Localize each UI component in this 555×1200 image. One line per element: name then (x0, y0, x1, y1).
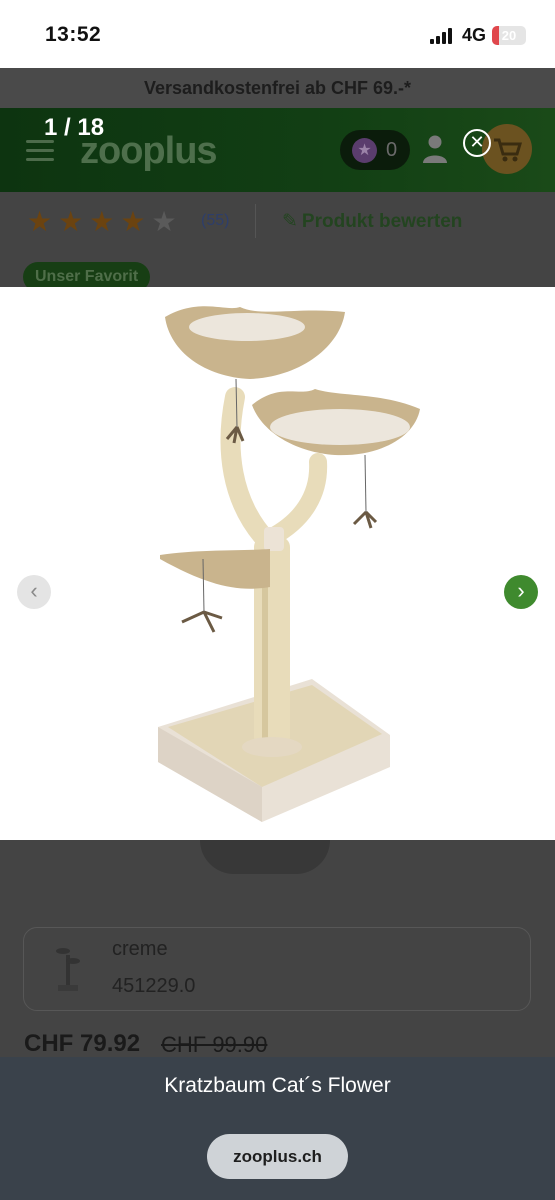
old-price: CHF 99.90 (161, 1032, 268, 1057)
menu-icon[interactable] (26, 140, 54, 162)
battery-level: 20 (501, 28, 517, 43)
close-icon: ✕ (469, 132, 485, 152)
star-rating: ★ ★ ★ ★ ★ (27, 208, 177, 236)
product-image-viewer[interactable]: ‹ › (0, 287, 555, 840)
variant-name: creme (112, 938, 168, 960)
star-icon: ★ (58, 206, 84, 237)
caption-panel: Kratzbaum Cat´s Flower zooplus.ch (0, 1057, 555, 1200)
previous-image-button[interactable]: ‹ (17, 575, 51, 609)
clock: 13:52 (45, 23, 102, 46)
image-counter: 1 / 18 (44, 114, 105, 141)
divider (255, 204, 256, 238)
user-icon[interactable] (422, 134, 448, 164)
image-caption: Kratzbaum Cat´s Flower (164, 1074, 391, 1097)
pencil-icon: ✎ (282, 211, 298, 232)
image-shadow (200, 840, 330, 874)
variant-sku: 451229.0 (112, 975, 196, 997)
review-count-link[interactable]: (55) (201, 212, 229, 230)
star-icon: ★ (89, 206, 115, 237)
site-url-button[interactable]: zooplus.ch (207, 1134, 348, 1179)
signal-icon (430, 28, 452, 44)
product-details: creme 451229.0 CHF 79.92 CHF 99.90 (0, 840, 555, 1060)
close-viewer-button[interactable]: ✕ (463, 129, 491, 157)
network-type: 4G (462, 25, 487, 45)
points-button[interactable]: ★ 0 (340, 130, 410, 170)
status-bar: 13:52 4G 20 (0, 0, 555, 68)
chevron-right-icon: › (517, 578, 525, 603)
variant-thumbnail (56, 948, 80, 991)
points-count: 0 (386, 139, 398, 161)
chevron-left-icon: ‹ (30, 578, 38, 603)
next-image-button[interactable]: › (504, 575, 538, 609)
rate-product-label: Produkt bewerten (301, 211, 463, 232)
points-star-icon: ★ (352, 138, 377, 163)
star-icon: ★ (151, 206, 177, 237)
star-icon: ★ (27, 206, 53, 237)
shipping-banner[interactable]: Versandkostenfrei ab CHF 69.-* (0, 68, 555, 108)
rate-product-link[interactable]: ✎ Produkt bewerten (282, 210, 462, 233)
current-price: CHF 79.92 (24, 1030, 141, 1057)
star-icon: ★ (120, 206, 146, 237)
rating-row: ★ ★ ★ ★ ★ (55) ✎ Produkt bewerten Unser Favor… (0, 192, 555, 292)
product-image (158, 306, 420, 822)
battery-icon: 20 (492, 26, 526, 45)
variant-card[interactable]: creme 451229.0 (23, 927, 531, 1011)
